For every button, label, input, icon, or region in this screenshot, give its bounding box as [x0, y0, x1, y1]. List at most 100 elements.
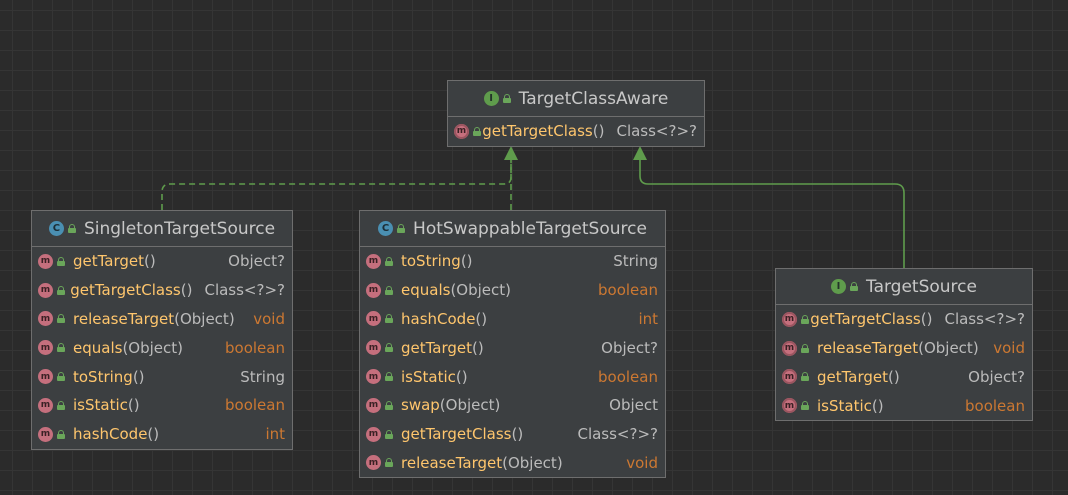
method-name: getTargetClass — [810, 310, 921, 329]
method-row-hash-code[interactable]: m hashCode() int — [360, 305, 665, 334]
method-return-type: Class<?>? — [616, 122, 697, 141]
method-params: (Object) — [450, 281, 511, 300]
method-params: () — [888, 367, 900, 386]
method-params: (Object) — [174, 309, 235, 328]
method-return-type: boolean — [598, 367, 658, 386]
method-name: getTargetClass — [70, 281, 181, 300]
method-row-get-target-class[interactable]: m getTargetClass() Class<?>? — [360, 420, 665, 449]
public-lock-icon — [801, 343, 809, 353]
class-box-hot-swappable-target-source[interactable]: C HotSwappableTargetSource m toString() Stri… — [359, 210, 666, 479]
method-return-type: boolean — [598, 281, 658, 300]
public-lock-icon — [385, 314, 393, 324]
method-name: equals — [401, 281, 451, 300]
method-name: hashCode — [401, 309, 476, 328]
method-return-type: Object — [609, 396, 658, 415]
method-params: () — [472, 338, 484, 357]
method-row-is-static[interactable]: m isStatic() boolean — [776, 391, 1032, 420]
method-icon: m — [782, 340, 797, 356]
public-lock-icon — [57, 314, 65, 324]
method-row-get-target-class[interactable]: m getTargetClass() Class<?>? — [448, 117, 704, 146]
method-params: () — [460, 252, 473, 271]
method-icon: m — [366, 426, 381, 442]
method-row-release-target[interactable]: m releaseTarget (Object) void — [360, 449, 665, 478]
method-params: (Object) — [439, 396, 501, 415]
class-title: TargetSource — [866, 276, 977, 297]
method-return-type: boolean — [225, 338, 285, 357]
method-row-to-string[interactable]: m toString() String — [32, 362, 292, 391]
class-box-singleton-target-source[interactable]: C SingletonTargetSource m getTarget() Object… — [31, 210, 293, 450]
method-return-type: void — [253, 309, 285, 328]
method-name: getTargetClass — [482, 122, 593, 141]
method-name: getTarget — [817, 367, 889, 386]
public-lock-icon — [57, 400, 65, 410]
class-title: SingletonTargetSource — [83, 218, 276, 239]
public-lock-icon — [801, 314, 811, 324]
method-params: () — [475, 309, 488, 328]
class-box-target-source[interactable]: I TargetSource m getTargetClass() Class<?>? m… — [775, 268, 1033, 422]
method-return-type: String — [240, 367, 285, 386]
method-row-get-target[interactable]: m getTarget() Object? — [776, 363, 1032, 392]
method-row-release-target[interactable]: m releaseTarget (Object) void — [32, 305, 292, 334]
method-name: isStatic — [73, 396, 128, 415]
method-params: () — [871, 396, 884, 415]
method-return-type: void — [626, 453, 658, 472]
class-box-target-class-aware[interactable]: I TargetClassAware m getTargetClass() Class<… — [447, 80, 705, 147]
method-row-to-string[interactable]: m toString() String — [360, 247, 665, 276]
method-name: releaseTarget — [401, 453, 503, 472]
public-lock-icon — [385, 343, 393, 353]
method-return-type: boolean — [225, 396, 285, 415]
method-row-get-target-class[interactable]: m getTargetClass() Class<?>? — [32, 276, 292, 305]
method-row-is-static[interactable]: m isStatic() boolean — [360, 362, 665, 391]
method-name: isStatic — [401, 367, 456, 386]
public-lock-icon — [385, 458, 393, 468]
method-name: releaseTarget — [817, 339, 919, 358]
method-row-get-target-class[interactable]: m getTargetClass() Class<?>? — [776, 305, 1032, 334]
method-return-type: String — [613, 252, 658, 271]
method-icon: m — [38, 369, 53, 385]
method-params: () — [511, 425, 524, 444]
public-lock-icon — [385, 400, 393, 410]
method-params: () — [127, 396, 140, 415]
method-icon: m — [454, 123, 469, 139]
uml-diagram-canvas: I TargetClassAware m getTargetClass() Class<… — [0, 0, 1068, 495]
public-lock-icon — [57, 285, 66, 295]
public-lock-icon — [57, 429, 65, 439]
edge-targetsource-generalization — [639, 160, 905, 268]
class-icon: C — [378, 221, 394, 236]
method-icon: m — [366, 455, 381, 471]
method-row-equals[interactable]: m equals (Object) boolean — [32, 333, 292, 362]
method-row-get-target[interactable]: m getTarget() Object? — [32, 247, 292, 276]
realization-arrowhead — [504, 146, 518, 160]
method-icon: m — [38, 426, 53, 442]
method-icon: m — [366, 311, 381, 327]
method-name: swap — [401, 396, 440, 415]
method-icon: m — [782, 398, 797, 414]
method-icon: m — [366, 253, 381, 269]
generalization-arrowhead — [633, 146, 647, 160]
method-row-equals[interactable]: m equals (Object) boolean — [360, 276, 665, 305]
method-return-type: int — [265, 425, 285, 444]
method-row-hash-code[interactable]: m hashCode() int — [32, 420, 292, 449]
class-title: HotSwappableTargetSource — [413, 218, 647, 239]
method-return-type: Class<?>? — [204, 281, 285, 300]
method-params: () — [147, 425, 160, 444]
method-name: releaseTarget — [73, 309, 175, 328]
method-row-get-target[interactable]: m getTarget() Object? — [360, 333, 665, 362]
method-name: equals — [73, 338, 123, 357]
method-row-release-target[interactable]: m releaseTarget (Object) void — [776, 334, 1032, 363]
method-icon: m — [366, 397, 381, 413]
method-icon: m — [366, 369, 381, 385]
method-return-type: Object? — [601, 338, 658, 357]
public-lock-icon — [850, 282, 858, 291]
public-lock-icon — [502, 94, 511, 103]
method-return-type: boolean — [965, 396, 1025, 415]
class-icon: C — [48, 221, 64, 236]
method-name: getTargetClass — [401, 425, 512, 444]
method-row-is-static[interactable]: m isStatic() boolean — [32, 391, 292, 420]
method-icon: m — [38, 340, 53, 356]
method-name: getTarget — [401, 338, 473, 357]
method-params: () — [455, 367, 468, 386]
method-return-type: Class<?>? — [577, 425, 658, 444]
method-row-swap[interactable]: m swap (Object) Object — [360, 391, 665, 420]
method-name: isStatic — [817, 396, 872, 415]
